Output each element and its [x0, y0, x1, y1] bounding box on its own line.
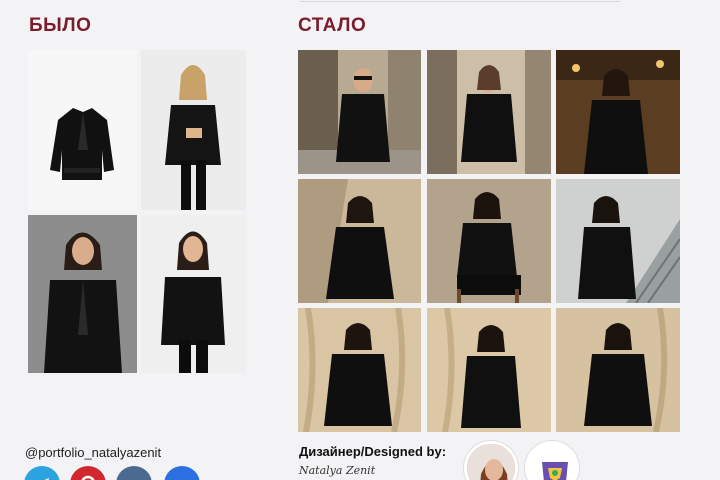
after-photo-beige-shadow[interactable]	[298, 179, 421, 303]
after-photo-street-sunlight[interactable]	[427, 50, 551, 174]
before-photo-darkhair-white[interactable]	[141, 215, 246, 373]
after-photo-drape-3[interactable]	[556, 308, 680, 432]
after-heading: СТАЛО	[298, 15, 367, 36]
after-photo-seated-chair[interactable]	[427, 179, 551, 303]
telegram-icon[interactable]	[24, 466, 60, 480]
vk-icon-blue[interactable]: VK	[164, 466, 200, 480]
designer-label: Дизайнер/Designed by:	[299, 444, 447, 459]
before-photo-jacket-flatlay[interactable]	[28, 50, 137, 210]
after-photo-drape-2[interactable]	[427, 308, 551, 432]
after-photo-street-sunglasses[interactable]	[298, 50, 421, 174]
after-photo-cafe-interior[interactable]	[556, 50, 680, 174]
vk-icon[interactable]: VK	[116, 466, 152, 480]
brand-logo[interactable]	[525, 441, 579, 480]
pinterest-icon[interactable]	[70, 466, 106, 480]
top-divider	[300, 0, 620, 2]
before-photo-blonde-model[interactable]	[141, 50, 246, 210]
before-heading: БЫЛО	[29, 15, 92, 36]
instagram-handle[interactable]: @portfolio_natalyazenit	[25, 445, 161, 460]
designer-signature: Natalya Zenit	[299, 464, 376, 477]
before-photo-brunette-gray[interactable]	[28, 215, 137, 373]
after-photo-drape-1[interactable]	[298, 308, 421, 432]
designer-avatar[interactable]	[464, 441, 518, 480]
after-photo-escalator[interactable]	[556, 179, 680, 303]
